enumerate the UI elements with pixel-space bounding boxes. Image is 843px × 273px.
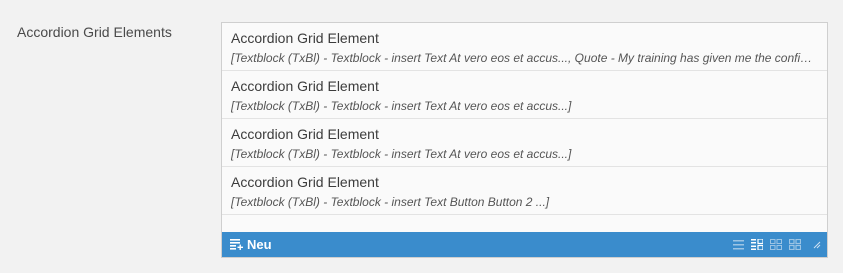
item-title: Accordion Grid Element [231,174,379,190]
small-grid-view-icon[interactable] [770,239,782,250]
new-button-label: Neu [247,237,272,252]
large-grid-view-icon[interactable] [789,239,801,250]
footer-toolbar: Neu [222,232,827,257]
accordion-grid-elements-box: Accordion Grid Element [Textblock (TxBl)… [221,22,828,258]
new-button[interactable]: Neu [230,237,272,252]
add-list-icon [230,239,243,250]
resize-handle-icon[interactable] [813,241,821,249]
item-description: [Textblock (TxBl) - Textblock - insert T… [231,51,818,65]
view-switcher [726,239,821,250]
list-item[interactable]: Accordion Grid Element [Textblock (TxBl)… [222,71,827,119]
list-view-icon[interactable] [733,239,744,250]
list-item[interactable]: Accordion Grid Element [Textblock (TxBl)… [222,119,827,167]
list-item[interactable]: Accordion Grid Element [Textblock (TxBl)… [222,23,827,71]
item-description: [Textblock (TxBl) - Textblock - insert T… [231,195,550,209]
item-title: Accordion Grid Element [231,78,379,94]
item-description: [Textblock (TxBl) - Textblock - insert T… [231,147,572,161]
item-description: [Textblock (TxBl) - Textblock - insert T… [231,99,572,113]
list-item[interactable]: Accordion Grid Element [Textblock (TxBl)… [222,167,827,215]
item-title: Accordion Grid Element [231,126,379,142]
field-label: Accordion Grid Elements [17,24,172,40]
item-title: Accordion Grid Element [231,30,379,46]
grid-list-view-icon[interactable] [751,239,763,250]
